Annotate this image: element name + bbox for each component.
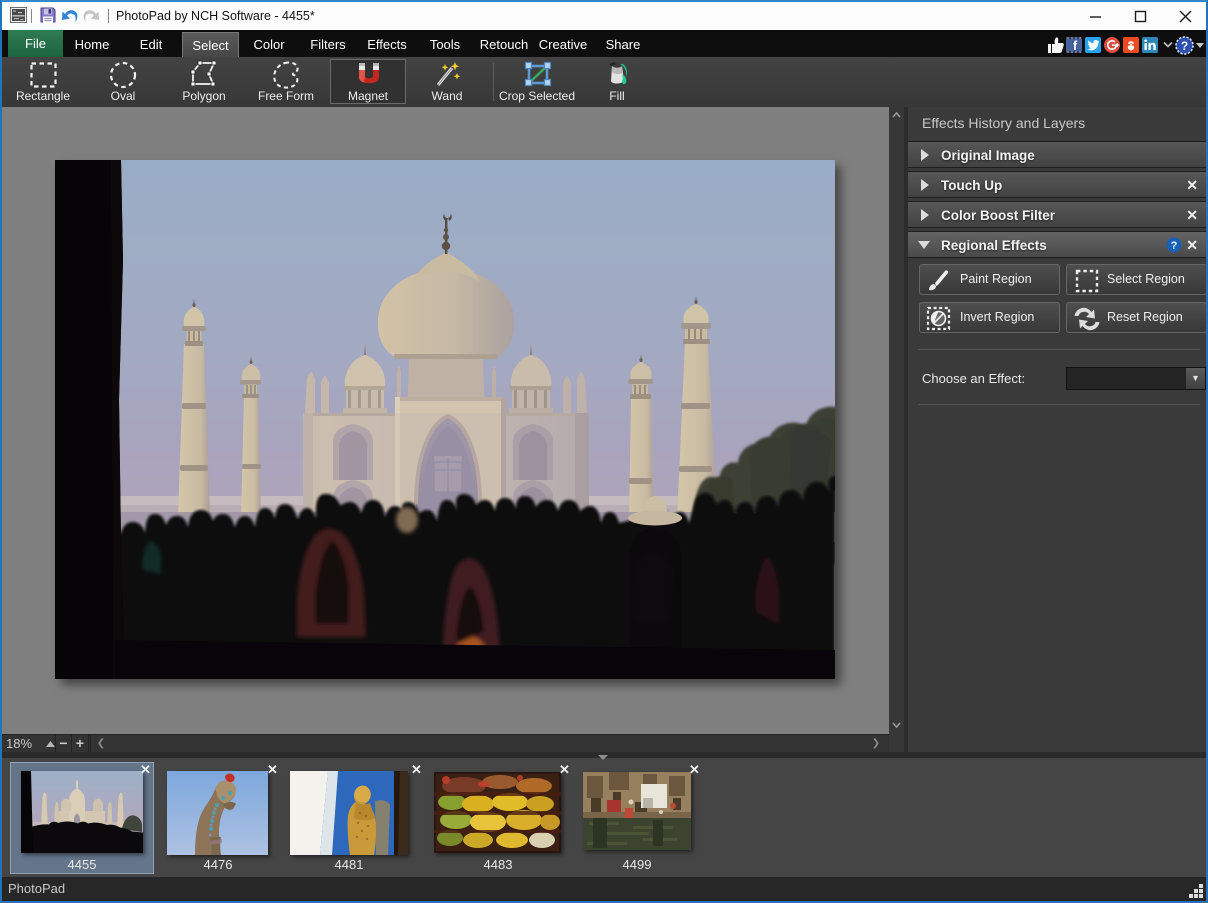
svg-text:?: ? [1171, 240, 1178, 252]
svg-text:f: f [1073, 38, 1078, 53]
svg-text:?: ? [1181, 39, 1188, 53]
